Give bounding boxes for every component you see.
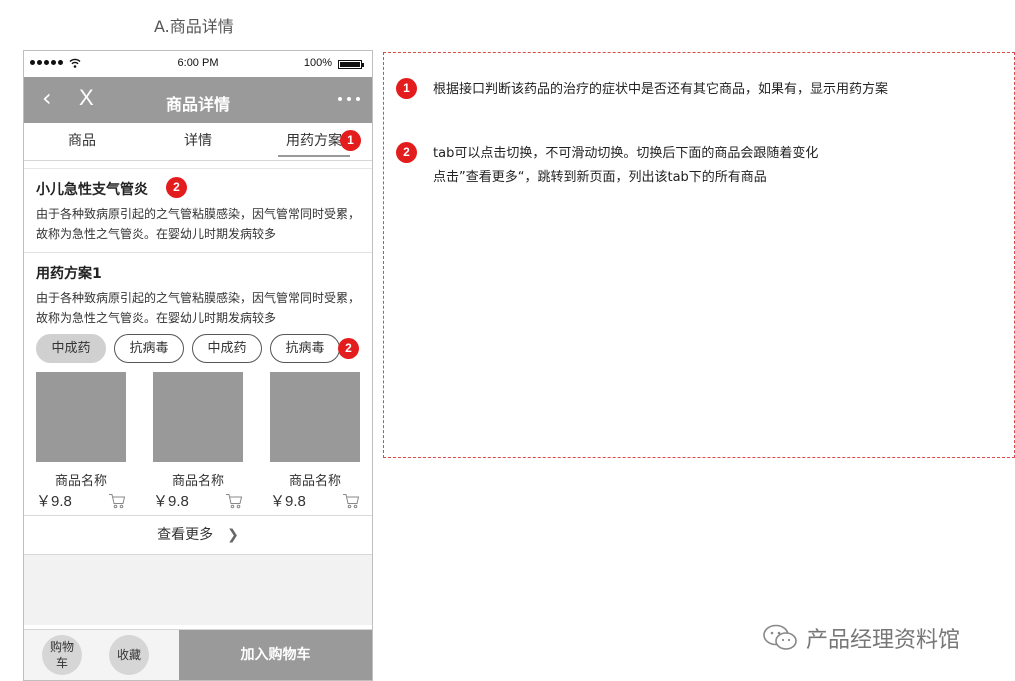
nav-title: 商品详情 — [165, 95, 230, 114]
cart-icon[interactable] — [342, 493, 360, 509]
product-name: 商品名称 — [171, 474, 224, 489]
annotation-badge-2: 2 — [396, 142, 417, 163]
section-gap — [24, 161, 372, 169]
tab-bar: 商品 详情 用药方案 1 — [24, 123, 372, 161]
product-list: 商品名称 ￥9.8 商品名称 ￥9.8 商品名称 ￥9.8 — [24, 372, 372, 511]
category-chips: 中成药 抗病毒 中成药 抗病毒 2 — [24, 334, 372, 363]
page-caption: A.商品详情 — [154, 17, 234, 36]
battery-icon — [338, 60, 364, 69]
condition-section: 小儿急性支气管炎 2 由于各种致病原引起的之气管粘膜感染，因气管常同时受累，故称… — [24, 177, 372, 244]
tab-details[interactable]: 详情 — [140, 123, 256, 160]
chip-chinese-medicine[interactable]: 中成药 — [192, 334, 262, 363]
condition-description: 由于各种致病原引起的之气管粘膜感染，因气管常同时受累，故称为急性之气管炎。在婴幼… — [36, 207, 361, 241]
annotation-text: tab可以点击切换，不可滑动切换。切换后下面的商品会跟随着变化 点击”查看更多“… — [433, 142, 818, 190]
add-to-cart-button[interactable]: 加入购物车 — [179, 630, 372, 680]
annotation-text: 根据接口判断该药品的治疗的症状中是否还有其它商品，如果有，显示用药方案 — [433, 78, 888, 102]
annotation-note-2: 2 tab可以点击切换，不可滑动切换。切换后下面的商品会跟随着变化 点击”查看更… — [396, 142, 818, 190]
annotation-badge-2: 2 — [338, 338, 359, 359]
bottom-bar-actions: 购物车 收藏 — [24, 630, 179, 680]
plan-title: 用药方案1 — [36, 266, 102, 282]
wechat-icon — [763, 624, 797, 650]
annotation-line: tab可以点击切换，不可滑动切换。切换后下面的商品会跟随着变化 — [433, 146, 819, 161]
condition-title: 小儿急性支气管炎 — [36, 182, 148, 198]
annotation-note-1: 1 根据接口判断该药品的治疗的症状中是否还有其它商品，如果有，显示用药方案 — [396, 78, 888, 102]
annotation-badge-1: 1 — [340, 130, 361, 151]
watermark: 产品经理资料馆 — [762, 622, 960, 654]
annotation-badge-1: 1 — [396, 78, 417, 99]
chip-chinese-medicine[interactable]: 中成药 — [36, 334, 106, 363]
chip-antiviral[interactable]: 抗病毒 — [114, 334, 184, 363]
tab-product[interactable]: 商品 — [24, 123, 140, 160]
cart-icon[interactable] — [108, 493, 126, 509]
product-image[interactable] — [270, 372, 360, 462]
annotation-line: 根据接口判断该药品的治疗的症状中是否还有其它商品，如果有，显示用药方案 — [433, 82, 889, 97]
view-more-button[interactable]: 查看更多 ❯ — [24, 515, 372, 555]
annotation-panel: 1 根据接口判断该药品的治疗的症状中是否还有其它商品，如果有，显示用药方案 2 … — [383, 52, 1015, 458]
chip-antiviral[interactable]: 抗病毒 — [270, 334, 340, 363]
bottom-bar: 购物车 收藏 加入购物车 — [24, 629, 372, 680]
product-card[interactable]: 商品名称 ￥9.8 — [153, 372, 243, 511]
annotation-line: 点击”查看更多“，跳转到新页面，列出该tab下的所有商品 — [433, 170, 767, 185]
more-icon[interactable] — [338, 97, 360, 101]
product-card[interactable]: 商品名称 ￥9.8 — [36, 372, 126, 511]
status-bar: 6:00 PM 100% — [24, 51, 372, 77]
chevron-right-icon: ❯ — [227, 527, 239, 543]
phone-mockup: 6:00 PM 100% ‹ X 商品详情 商品 详情 用药方案 1 小儿急性支… — [23, 50, 373, 681]
annotation-badge-2: 2 — [166, 177, 187, 198]
plan-description: 由于各种致病原引起的之气管粘膜感染，因气管常同时受累，故称为急性之气管炎。在婴幼… — [36, 291, 361, 325]
cart-icon[interactable] — [225, 493, 243, 509]
view-more-label: 查看更多 — [157, 527, 214, 543]
product-card[interactable]: 商品名称 ￥9.8 — [270, 372, 360, 511]
empty-area — [24, 555, 372, 625]
plan-section: 用药方案1 由于各种致病原引起的之气管粘膜感染，因气管常同时受累，故称为急性之气… — [24, 263, 372, 328]
divider — [24, 252, 372, 253]
product-name: 商品名称 — [54, 474, 107, 489]
cart-button[interactable]: 购物车 — [42, 635, 82, 675]
product-image[interactable] — [153, 372, 243, 462]
product-name: 商品名称 — [288, 474, 341, 489]
product-image[interactable] — [36, 372, 126, 462]
battery-percent: 100% — [303, 57, 332, 69]
favorite-button[interactable]: 收藏 — [109, 635, 149, 675]
nav-bar: ‹ X 商品详情 — [24, 77, 372, 123]
watermark-text: 产品经理资料馆 — [806, 628, 961, 653]
